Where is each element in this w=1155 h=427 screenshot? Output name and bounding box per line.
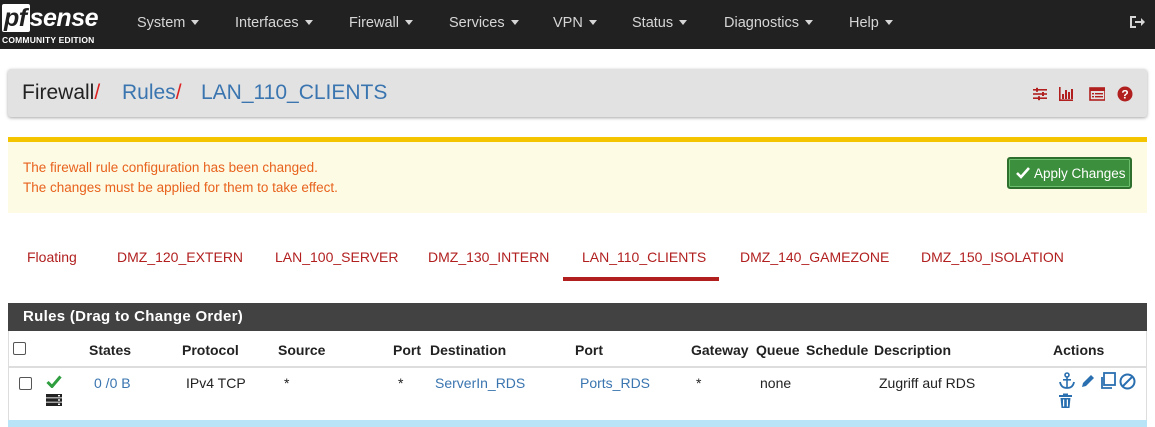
nav-interfaces-label: Interfaces (235, 15, 299, 31)
table-header-divider (8, 366, 1147, 368)
tab-dmz-130-intern[interactable]: DMZ_130_INTERN (428, 249, 549, 265)
trash-icon[interactable] (1058, 393, 1073, 409)
check-icon (1016, 167, 1030, 179)
logout-icon[interactable] (1128, 13, 1146, 31)
logo-sense: sense (29, 4, 99, 32)
chart-icon[interactable] (1058, 86, 1074, 102)
table-icon[interactable] (1089, 86, 1105, 102)
breadcrumb-separator: / (175, 81, 182, 104)
active-tab-indicator (563, 277, 719, 281)
nav-status-label: Status (632, 15, 674, 31)
nav-interfaces[interactable]: Interfaces (235, 0, 313, 49)
caret-down-icon (404, 19, 413, 25)
nav-help-label: Help (849, 15, 879, 31)
check-icon[interactable] (46, 375, 62, 388)
col-protocol[interactable]: Protocol (182, 342, 239, 358)
row-destination[interactable]: ServerIn_RDS (435, 375, 525, 391)
nav-vpn[interactable]: VPN (553, 0, 597, 49)
row-queue: none (760, 375, 792, 391)
col-gateway[interactable]: Gateway (691, 342, 749, 358)
caret-down-icon (588, 19, 597, 25)
nav-services-label: Services (449, 15, 505, 31)
alert-line-2: The changes must be applied for them to … (23, 180, 338, 195)
nav-firewall[interactable]: Firewall (349, 0, 413, 49)
col-states[interactable]: States (89, 342, 131, 358)
row-gateway: * (696, 375, 702, 391)
row-source: * (284, 375, 290, 391)
logo-wordmark: pf sense (2, 4, 99, 32)
nav-diagnostics[interactable]: Diagnostics (724, 0, 813, 49)
nav-system[interactable]: System (137, 0, 200, 49)
svg-text:?: ? (1121, 88, 1128, 102)
row-destination-port[interactable]: Ports_RDS (580, 375, 650, 391)
col-schedule[interactable]: Schedule (806, 342, 868, 358)
apply-changes-button[interactable]: Apply Changes (1007, 157, 1132, 189)
caret-down-icon (804, 19, 813, 25)
row-source-port: * (398, 375, 404, 391)
anchor-icon[interactable] (1058, 372, 1076, 390)
changes-alert: The firewall rule configuration has been… (8, 137, 1147, 213)
copy-icon[interactable] (1099, 372, 1117, 390)
apply-changes-label: Apply Changes (1034, 166, 1126, 181)
select-all-checkbox[interactable] (13, 342, 26, 355)
tab-dmz-120-extern[interactable]: DMZ_120_EXTERN (117, 249, 243, 265)
nav-system-label: System (137, 15, 186, 31)
breadcrumb-rules-label: Rules (122, 81, 176, 104)
breadcrumb-firewall-label: Firewall (22, 81, 95, 104)
help-icon[interactable]: ? (1117, 86, 1133, 102)
server-icon (46, 394, 62, 406)
col-source-port[interactable]: Port (393, 342, 421, 358)
row-select-checkbox[interactable] (19, 377, 32, 390)
row-description: Zugriff auf RDS (879, 375, 976, 391)
logo-edition: COMMUNITY EDITION (2, 35, 95, 45)
caret-down-icon (884, 19, 893, 25)
tab-floating[interactable]: Floating (27, 249, 77, 265)
col-destination-port[interactable]: Port (575, 342, 603, 358)
caret-down-icon (304, 19, 313, 25)
pfsense-logo[interactable]: pf sense COMMUNITY EDITION (2, 4, 110, 46)
nav-services[interactable]: Services (449, 0, 519, 49)
filter-icon[interactable] (1032, 86, 1048, 102)
table-row[interactable] (8, 420, 1147, 427)
nav-status[interactable]: Status (632, 0, 688, 49)
caret-down-icon (191, 19, 200, 25)
caret-down-icon (510, 19, 519, 25)
breadcrumb-firewall: Firewall/ (22, 81, 100, 105)
logo-pf: pf (2, 4, 30, 32)
breadcrumb-lan110[interactable]: LAN_110_CLIENTS (201, 81, 387, 105)
tab-dmz-140-gamezone[interactable]: DMZ_140_GAMEZONE (740, 249, 889, 265)
row-protocol: IPv4 TCP (186, 375, 246, 391)
row-states[interactable]: 0 /0 B (94, 375, 131, 391)
breadcrumb: Firewall/ Rules/ LAN_110_CLIENTS ? (8, 69, 1147, 117)
col-destination[interactable]: Destination (430, 342, 506, 358)
tab-lan-100-server[interactable]: LAN_100_SERVER (275, 249, 398, 265)
tab-lan-110-clients[interactable]: LAN_110_CLIENTS (582, 249, 706, 265)
rules-panel-title: Rules (Drag to Change Order) (8, 303, 1147, 331)
nav-help[interactable]: Help (849, 0, 893, 49)
top-navbar: pf sense COMMUNITY EDITION System Interfa… (0, 0, 1155, 49)
col-description[interactable]: Description (874, 342, 951, 358)
ban-icon[interactable] (1119, 373, 1136, 390)
breadcrumb-rules[interactable]: Rules/ (122, 81, 182, 105)
alert-line-1: The firewall rule configuration has been… (23, 160, 318, 175)
nav-firewall-label: Firewall (349, 15, 399, 31)
tab-dmz-150-isolation[interactable]: DMZ_150_ISOLATION (921, 249, 1064, 265)
col-queue[interactable]: Queue (756, 342, 800, 358)
nav-vpn-label: VPN (553, 15, 583, 31)
caret-down-icon (679, 19, 688, 25)
pencil-icon[interactable] (1080, 373, 1096, 389)
breadcrumb-separator: / (94, 81, 101, 104)
col-actions: Actions (1053, 342, 1105, 358)
nav-diagnostics-label: Diagnostics (724, 15, 799, 31)
col-source[interactable]: Source (278, 342, 325, 358)
